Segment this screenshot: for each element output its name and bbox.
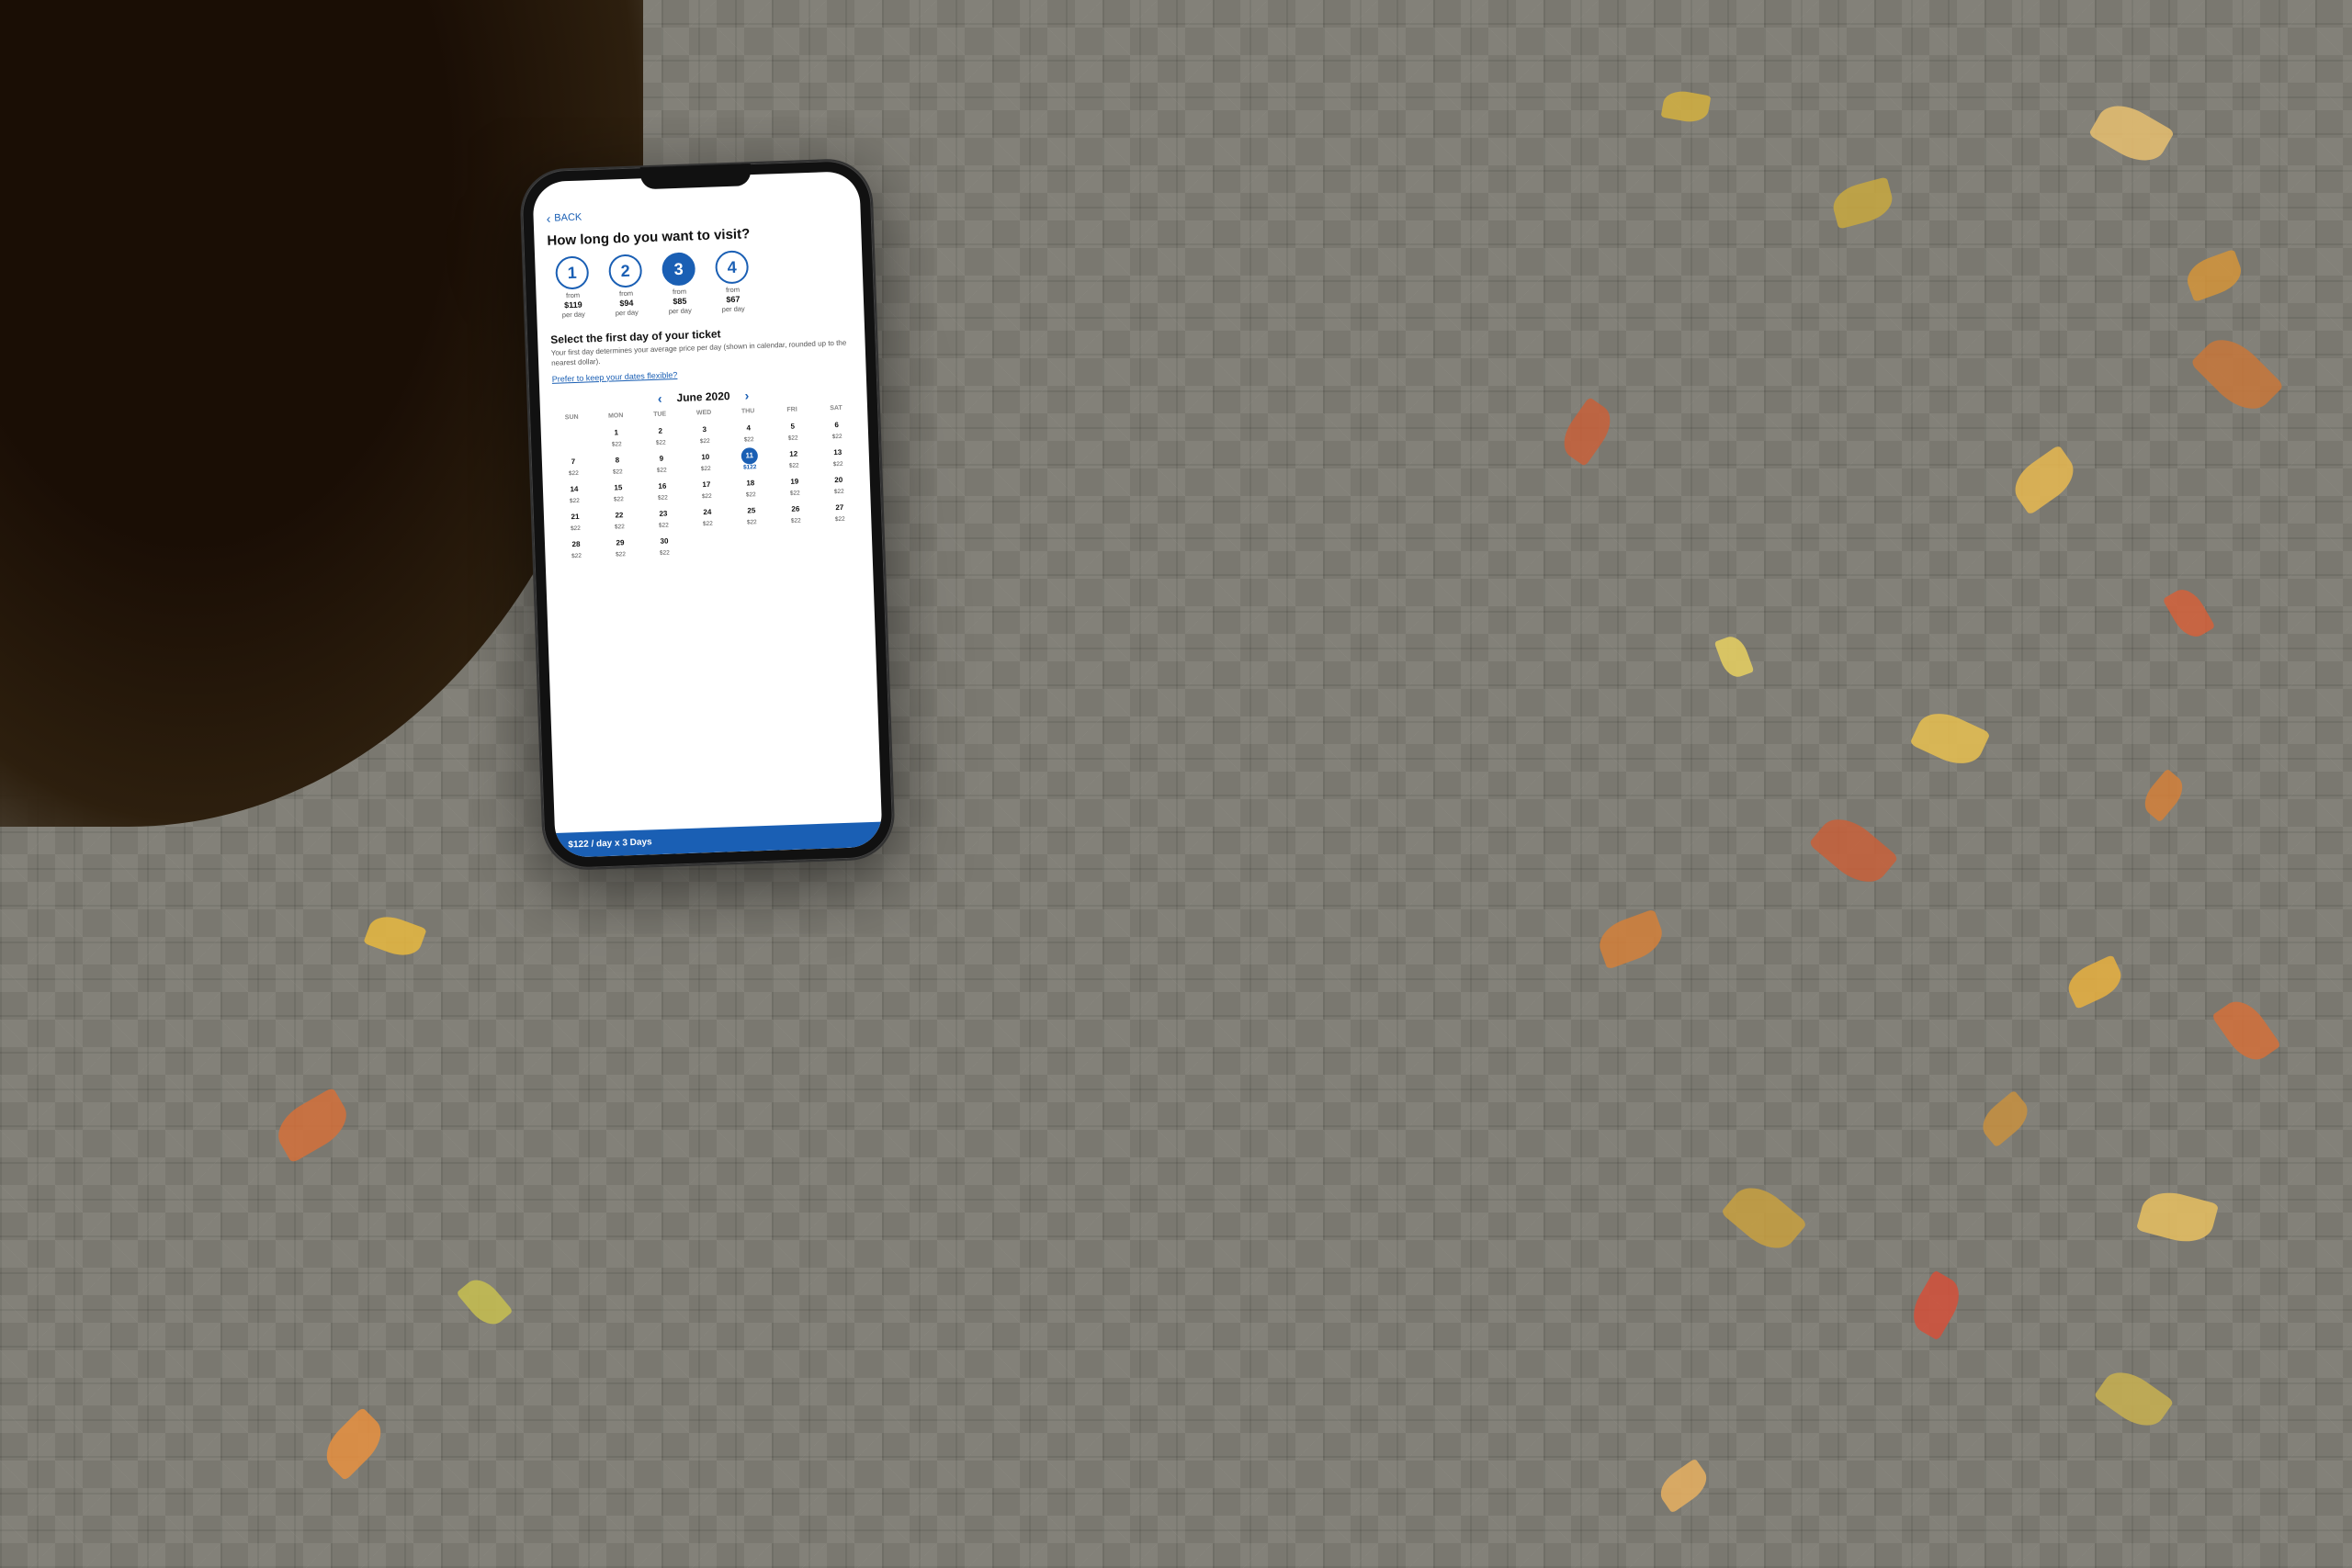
day-number-3: 3 xyxy=(662,252,695,286)
calendar-next-button[interactable]: › xyxy=(744,388,749,402)
back-chevron-icon: ‹ xyxy=(546,211,550,226)
cal-cell-jun22[interactable]: 22$22 xyxy=(597,504,642,533)
cal-cell-empty5 xyxy=(819,525,864,553)
phone-frame: ‹ BACK How long do you want to visit? 1 … xyxy=(521,160,894,870)
day-price-2: from $94 per day xyxy=(615,289,639,319)
cal-cell-jun26[interactable]: 26$22 xyxy=(773,498,818,526)
cal-cell-empty xyxy=(549,423,594,452)
cal-cell-jun19[interactable]: 19$22 xyxy=(772,470,817,499)
day-option-2[interactable]: 2 from $94 per day xyxy=(601,254,650,319)
phone-device: ‹ BACK How long do you want to visit? 1 … xyxy=(521,160,894,870)
day-selector: 1 from $119 per day 2 from $94 p xyxy=(535,246,865,331)
day-price-4: from $67 per day xyxy=(721,285,745,314)
cal-cell-jun8[interactable]: 8$22 xyxy=(595,449,640,478)
back-label: BACK xyxy=(554,212,582,224)
cal-cell-jun4[interactable]: 4$22 xyxy=(726,417,771,446)
day-option-1[interactable]: 1 from $119 per day xyxy=(548,255,597,321)
day-header-wed: WED xyxy=(682,407,726,419)
day-header-thu: THU xyxy=(726,405,770,417)
day-header-sat: SAT xyxy=(814,402,858,414)
day-option-3[interactable]: 3 from $85 per day xyxy=(654,252,704,317)
cal-cell-jun10[interactable]: 10$22 xyxy=(683,446,728,475)
cal-cell-empty2 xyxy=(686,529,731,558)
cal-cell-jun27[interactable]: 27$22 xyxy=(817,497,862,525)
cal-cell-jun20[interactable]: 20$22 xyxy=(816,469,861,498)
cal-cell-jun1[interactable]: 1$22 xyxy=(594,422,639,450)
calendar-grid: SUN MON TUE WED THU FRI SAT 1$22 2$22 3$… xyxy=(540,401,872,561)
cal-cell-jun29[interactable]: 29$22 xyxy=(598,532,643,560)
cal-cell-empty4 xyxy=(775,525,820,554)
cal-cell-jun12[interactable]: 12$22 xyxy=(771,443,816,471)
day-header-fri: FRI xyxy=(770,403,814,415)
cal-cell-empty3 xyxy=(730,527,775,556)
bottom-bar: $122 / day x 3 Days xyxy=(555,822,883,858)
cal-cell-jun14[interactable]: 14$22 xyxy=(552,479,597,507)
phone-notch xyxy=(640,164,752,189)
day-header-sun: SUN xyxy=(549,412,594,423)
cal-cell-jun15[interactable]: 15$22 xyxy=(596,477,641,505)
calendar-prev-button[interactable]: ‹ xyxy=(658,390,662,405)
day-number-1: 1 xyxy=(555,255,589,289)
app-content: ‹ BACK How long do you want to visit? 1 … xyxy=(533,193,883,858)
cal-cell-jun11[interactable]: 11$122 xyxy=(727,445,772,473)
cal-cell-jun30[interactable]: 30$22 xyxy=(642,530,687,558)
cal-cell-jun3[interactable]: 3$22 xyxy=(682,419,727,447)
cal-cell-jun25[interactable]: 25$22 xyxy=(729,500,775,528)
cal-cell-jun7[interactable]: 7$22 xyxy=(551,451,596,479)
day-header-tue: TUE xyxy=(638,408,682,420)
cal-cell-jun21[interactable]: 21$22 xyxy=(553,506,598,535)
cal-cell-jun2[interactable]: 2$22 xyxy=(638,420,683,448)
cal-cell-jun6[interactable]: 6$22 xyxy=(814,414,859,443)
cal-cell-jun23[interactable]: 23$22 xyxy=(641,502,686,531)
calendar-month-year: June 2020 xyxy=(676,389,730,404)
cal-cell-jun24[interactable]: 24$22 xyxy=(685,502,730,530)
day-price-3: from $85 per day xyxy=(668,287,692,316)
day-header-mon: MON xyxy=(594,410,638,422)
day-option-4[interactable]: 4 from $67 per day xyxy=(707,250,757,315)
day-number-2: 2 xyxy=(608,254,642,288)
phone-screen: ‹ BACK How long do you want to visit? 1 … xyxy=(532,171,882,858)
cal-cell-jun17[interactable]: 17$22 xyxy=(684,474,729,502)
bottom-bar-price: $122 / day x 3 Days xyxy=(568,837,652,850)
day-price-1: from $119 per day xyxy=(561,291,585,321)
day-number-4: 4 xyxy=(715,250,749,284)
cal-cell-jun28[interactable]: 28$22 xyxy=(554,534,599,562)
cal-cell-jun9[interactable]: 9$22 xyxy=(639,447,684,476)
cal-cell-jun13[interactable]: 13$22 xyxy=(815,442,860,470)
cal-cell-jun16[interactable]: 16$22 xyxy=(640,475,685,503)
cal-cell-jun18[interactable]: 18$22 xyxy=(728,472,773,501)
cal-cell-jun5[interactable]: 5$22 xyxy=(770,415,815,444)
